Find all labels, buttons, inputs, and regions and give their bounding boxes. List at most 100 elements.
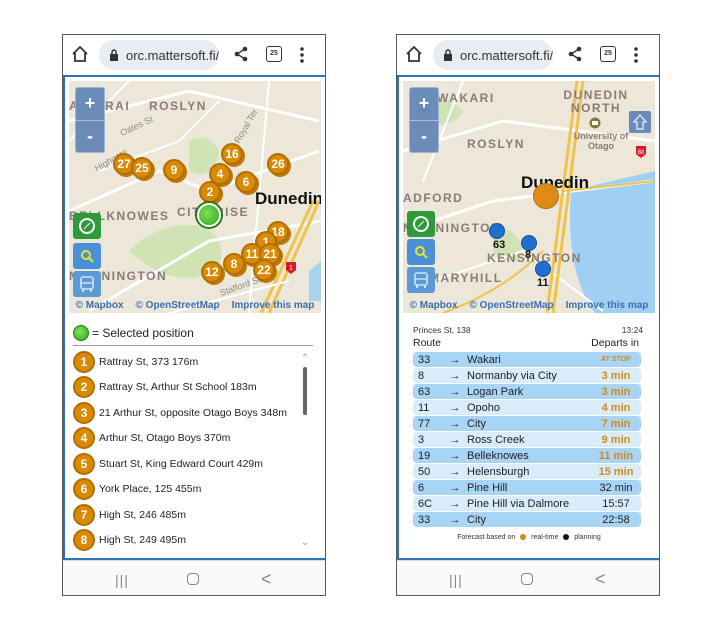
stop-list-item[interactable]: 1 Rattray St, 373 176m [73,349,313,375]
area-label: WAKARI [437,91,495,105]
departure-time: 32 min [599,481,633,494]
svg-text:1: 1 [289,265,293,272]
back-icon[interactable]: < [261,569,272,590]
scroll-thumb[interactable] [303,367,307,415]
browser-toolbar: orc.mattersoft.fi/tii 25 [397,35,659,75]
stop-cluster[interactable]: 12 [201,261,223,283]
bus-marker[interactable] [535,261,551,277]
stop-list-item[interactable]: 4 Arthur St, Otago Boys 370m [73,426,313,452]
osm-link[interactable]: © OpenStreetMap [136,300,220,311]
stop-cluster[interactable]: 9 [163,159,185,181]
zoom-in-button[interactable]: + [410,88,438,120]
stop-name: High St, 246 485m [99,508,186,521]
home-nav-icon[interactable] [187,573,199,585]
home-nav-icon[interactable] [521,573,533,585]
bus-route-label: 8 [525,249,532,261]
stop-list-item[interactable]: 2 Rattray St, Arthur St School 183m [73,375,313,401]
departure-row[interactable]: 19 → Belleknowes 11 min [413,448,641,463]
bus-icon [80,276,94,292]
home-icon[interactable] [71,45,89,63]
arrow-icon: → [449,385,461,398]
stop-list-item[interactable]: 7 High St, 246 485m [73,502,313,528]
mapbox-link[interactable]: © Mapbox [76,300,124,311]
departure-row[interactable]: 8 → Normanby via City 3 min [413,368,641,383]
zoom-out-button[interactable]: - [410,120,438,152]
north-up-button[interactable] [629,111,651,133]
stop-cluster[interactable]: 2 [199,181,221,203]
search-icon [81,250,94,263]
menu-icon[interactable] [299,46,305,64]
zoom-out-button[interactable]: - [76,120,104,152]
zoom-in-button[interactable]: + [76,88,104,120]
departure-row[interactable]: 6C → Pine Hill via Dalmore 15:57 [413,496,641,511]
stop-number-badge: 6 [73,478,95,501]
departure-time: 3 min [601,369,631,382]
tabs-icon[interactable]: 25 [600,46,616,62]
destination: Opoho [467,401,501,414]
departure-time: 22:58 [602,513,630,526]
stop-cluster[interactable]: 22 [253,259,275,281]
area-label: MARYHILL [429,271,503,285]
locate-button[interactable] [407,211,435,237]
stop-cluster[interactable]: 16 [221,143,243,165]
departure-row[interactable]: 33 → City 22:58 [413,512,641,527]
stop-cluster[interactable]: 8 [223,253,245,275]
stop-list-item[interactable]: 8 High St, 249 495m [73,528,313,554]
stop-name: Rattray St, Arthur St School 183m [99,381,257,394]
share-icon[interactable] [233,46,249,62]
tabs-icon[interactable]: 25 [266,46,282,62]
stop-list-item[interactable]: 3 21 Arthur St, opposite Otago Boys 348m [73,400,313,426]
departure-row[interactable]: 33 → Wakari AT STOP [413,352,641,367]
menu-icon[interactable] [633,46,639,64]
map[interactable]: WAKARI DUNEDIN NORTH ROSLYN ADFORD MORNI… [403,81,655,313]
bus-button[interactable] [73,271,101,297]
address-bar[interactable]: orc.mattersoft.fi/tii [433,40,553,70]
scrollbar[interactable]: ⌃ ⌄ [299,353,311,553]
scroll-down-icon[interactable]: ⌄ [299,537,311,548]
recent-apps-icon[interactable]: ||| [449,572,463,588]
departure-row[interactable]: 63 → Logan Park 3 min [413,384,641,399]
improve-map-link[interactable]: Improve this map [566,300,649,311]
city-label: Dunedin [255,189,321,208]
map-attribution: © Mapbox © OpenStreetMap Improve this ma… [69,300,321,311]
bus-marker[interactable] [489,223,505,239]
departure-row[interactable]: 6 → Pine Hill 32 min [413,480,641,495]
back-icon[interactable]: < [595,569,606,590]
search-button[interactable] [73,243,101,269]
recent-apps-icon[interactable]: ||| [115,572,129,588]
divider [73,345,313,346]
stop-number-badge: 3 [73,401,95,424]
destination: Ross Creek [467,433,525,446]
locate-button[interactable] [73,213,101,239]
map-attribution: © Mapbox © OpenStreetMap Improve this ma… [403,300,655,311]
osm-link[interactable]: © OpenStreetMap [470,300,554,311]
bus-button[interactable] [407,267,435,293]
route-number: 50 [418,465,431,478]
forecast-planning: planning [574,534,601,541]
stop-list-item[interactable]: 6 York Place, 125 455m [73,477,313,503]
home-icon[interactable] [405,45,423,63]
search-button[interactable] [407,239,435,265]
stop-cluster[interactable]: 6 [235,171,257,193]
selected-position-marker[interactable] [197,203,221,227]
browser-toolbar: orc.mattersoft.fi/tii 25 [63,35,325,75]
share-icon[interactable] [567,46,583,62]
departure-row[interactable]: 3 → Ross Creek 9 min [413,432,641,447]
route-number: 33 [418,513,431,526]
address-bar[interactable]: orc.mattersoft.fi/tii [99,40,219,70]
improve-map-link[interactable]: Improve this map [232,300,315,311]
stop-cluster[interactable]: 25 [131,157,153,179]
stop-number-badge: 8 [73,529,95,552]
mapbox-link[interactable]: © Mapbox [410,300,458,311]
departure-row[interactable]: 77 → City 7 min [413,416,641,431]
departure-row[interactable]: 50 → Helensburgh 15 min [413,464,641,479]
forecast-realtime: real-time [531,534,559,541]
scroll-up-icon[interactable]: ⌃ [299,353,311,364]
map[interactable]: AIKORAI ROSLYN CITY RISE BELLKNOWES MORN… [69,81,321,313]
search-icon [415,246,428,259]
departure-row[interactable]: 11 → Opoho 4 min [413,400,641,415]
arrow-icon: → [449,449,461,462]
stop-cluster[interactable]: 26 [267,153,289,175]
stop-list-item[interactable]: 5 Stuart St, King Edward Court 429m [73,451,313,477]
current-stop-marker[interactable] [533,183,559,209]
